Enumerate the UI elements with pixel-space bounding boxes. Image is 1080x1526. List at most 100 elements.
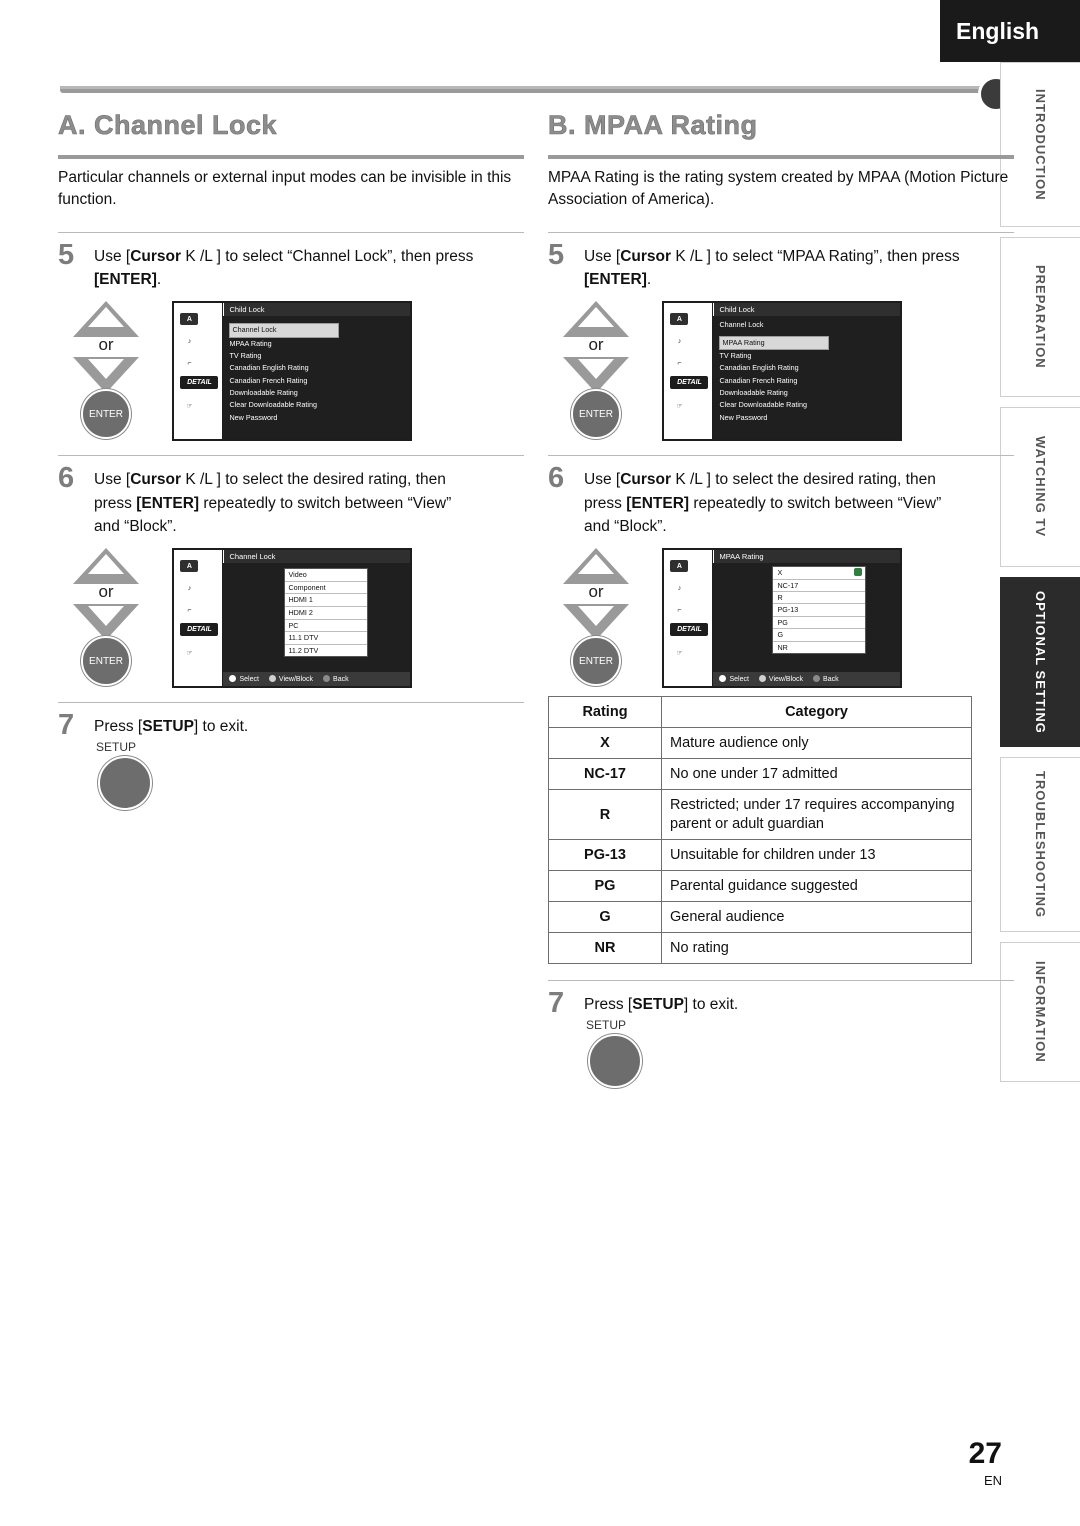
- tv-menu-title: MPAA Rating: [714, 550, 901, 564]
- cell-rating: G: [548, 900, 662, 934]
- side-tab-label: WATCHING TV: [1033, 436, 1048, 538]
- tv-submenu-item[interactable]: Component: [285, 582, 368, 595]
- divider: [58, 702, 524, 704]
- step-text: Use [Cursor K /L ] to select “Channel Lo…: [94, 245, 524, 292]
- table-row: X Mature audience only: [548, 727, 972, 760]
- enter-button[interactable]: ENTER: [81, 636, 131, 687]
- step-text-part: .: [156, 271, 162, 289]
- enter-button[interactable]: ENTER: [571, 636, 621, 687]
- tv-menu-item[interactable]: New Password: [719, 412, 900, 424]
- cursor-down-inner: [88, 359, 124, 380]
- lock-icon: A: [670, 313, 689, 326]
- page-suffix: EN: [983, 1473, 1002, 1488]
- tv-menu-item[interactable]: Canadian French Rating: [719, 375, 900, 387]
- step-text-part: Use [: [584, 247, 621, 265]
- table-row: NC-17 No one under 17 admitted: [548, 758, 972, 791]
- section-intro-a: Particular channels or external input mo…: [58, 169, 512, 209]
- step-5-right: 5 Use [Cursor K /L ] to select “MPAA Rat…: [548, 239, 1014, 292]
- tv-menu-item[interactable]: TV Rating: [719, 350, 900, 362]
- enter-button[interactable]: ENTER: [571, 389, 621, 440]
- note-icon: ☞: [676, 403, 683, 411]
- tv-menu-item[interactable]: MPAA Rating: [229, 338, 410, 350]
- tv-menu-item[interactable]: Clear Downloadable Rating: [719, 399, 900, 411]
- step-5-left: 5 Use [Cursor K /L ] to select “Channel …: [58, 239, 524, 292]
- language-label: English: [956, 17, 1040, 44]
- step-text-part: Use [: [94, 247, 131, 265]
- tv-menu-item[interactable]: New Password: [229, 412, 410, 424]
- tv-rating-label: X: [777, 568, 783, 578]
- audio-icon: ♪: [677, 584, 682, 592]
- cursor-up-inner: [578, 307, 614, 328]
- tv-menu-item[interactable]: MPAA Rating: [719, 335, 830, 351]
- tv-screenshot-1-right: A ♪ ⌐ DETAIL ☞ Child Lock Channel Lock M…: [662, 301, 903, 442]
- tv-menu-item[interactable]: Canadian English Rating: [719, 362, 900, 374]
- tv-submenu-item[interactable]: HDMI 1: [285, 594, 368, 607]
- setup-button[interactable]: [98, 756, 152, 811]
- tv-rating-item[interactable]: NR: [773, 642, 865, 653]
- tv-rating-item[interactable]: PG-13: [773, 604, 866, 617]
- tv-rating-item[interactable]: PG: [773, 617, 866, 630]
- cursor-up-inner: [88, 554, 124, 575]
- tv-menu-item[interactable]: Channel Lock: [719, 319, 900, 331]
- tv-rating-item[interactable]: G: [773, 629, 866, 642]
- table-row: R Restricted; under 17 requires accompan…: [548, 789, 972, 840]
- table-row: NR No rating: [548, 932, 972, 965]
- tv-menu-item[interactable]: Clear Downloadable Rating: [229, 399, 410, 411]
- note-icon: ☞: [186, 650, 193, 658]
- header-rule: [60, 86, 1000, 93]
- enter-keyword: [ENTER]: [584, 271, 647, 289]
- tv-menu-item[interactable]: Downloadable Rating: [719, 387, 900, 399]
- tv-rating-item[interactable]: R: [773, 592, 866, 605]
- setup-keyword: SETUP: [632, 996, 684, 1014]
- step-text-part: K /L ] to select the desired rating, the…: [181, 471, 446, 489]
- enter-button[interactable]: ENTER: [81, 389, 131, 440]
- or-label: or: [588, 582, 604, 602]
- tv-submenu-item[interactable]: Video: [285, 569, 368, 582]
- step-text-part: K /L ] to select “MPAA Rating”, then pre…: [671, 247, 960, 265]
- table-row: G General audience: [548, 900, 972, 934]
- select-dot-icon: [229, 675, 237, 683]
- tv-icon-column: A ♪ ⌐ DETAIL ☞: [174, 303, 224, 440]
- cursor-down-inner: [578, 606, 614, 627]
- select-dot-icon: [719, 675, 727, 683]
- tv-submenu-item[interactable]: PC: [285, 620, 368, 633]
- tv-menu-item[interactable]: Channel Lock: [229, 323, 340, 338]
- footer-hint: Back: [813, 675, 839, 683]
- footer-hint: Select: [719, 675, 749, 684]
- footer-hint-label: Back: [823, 676, 839, 684]
- mpaa-rating-table: Rating Category X Mature audience only N…: [548, 696, 972, 965]
- tv-menu-item[interactable]: Downloadable Rating: [229, 387, 410, 399]
- step-text-part: repeatedly to switch between “View”: [689, 494, 942, 512]
- tv-submenu-item[interactable]: HDMI 2: [285, 607, 368, 620]
- tv-menu-item[interactable]: Canadian French Rating: [229, 375, 410, 387]
- tv-menu-list: Channel Lock MPAA Rating TV Rating Canad…: [713, 316, 901, 440]
- tv-menu-title: Child Lock: [224, 303, 411, 317]
- step-text: Use [Cursor K /L ] to select “MPAA Ratin…: [584, 245, 1014, 292]
- back-dot-icon: [813, 675, 821, 683]
- footer-hint-label: View/Block: [768, 676, 804, 684]
- cursor-key-graphic: or ENTER: [548, 548, 644, 687]
- viewblock-dot-icon: [758, 675, 766, 683]
- tv-menu-item[interactable]: Canadian English Rating: [229, 362, 410, 374]
- tv-submenu-item[interactable]: 11.2 DTV: [285, 645, 367, 657]
- or-label: or: [98, 335, 114, 355]
- section-mpaa-rating: B. MPAA Rating MPAA Rating is the rating…: [548, 110, 1014, 1094]
- footer-hint-label: Select: [729, 676, 749, 684]
- audio-icon: ♪: [187, 337, 192, 345]
- side-tab-label: INFORMATION: [1033, 961, 1048, 1063]
- tv-rating-label: NR: [777, 642, 788, 652]
- lock-icon: A: [180, 560, 199, 573]
- setup-button[interactable]: [588, 1034, 642, 1089]
- divider: [58, 455, 524, 457]
- tv-rating-item[interactable]: NC-17: [773, 580, 866, 592]
- tv-rating-item[interactable]: X: [773, 567, 866, 580]
- tv-menu-item[interactable]: TV Rating: [229, 350, 410, 362]
- step-number: 7: [58, 709, 75, 742]
- tv-rating-label: G: [777, 630, 784, 640]
- step-7-right: 7 Press [SETUP] to exit. SETUP: [548, 987, 1014, 1089]
- detail-tab: DETAIL: [670, 376, 709, 390]
- cell-category: Mature audience only: [661, 727, 972, 760]
- tv-submenu-item[interactable]: 11.1 DTV: [285, 632, 368, 645]
- step-text-part: and “Block”.: [94, 517, 177, 535]
- screen-icon: ⌐: [187, 359, 192, 367]
